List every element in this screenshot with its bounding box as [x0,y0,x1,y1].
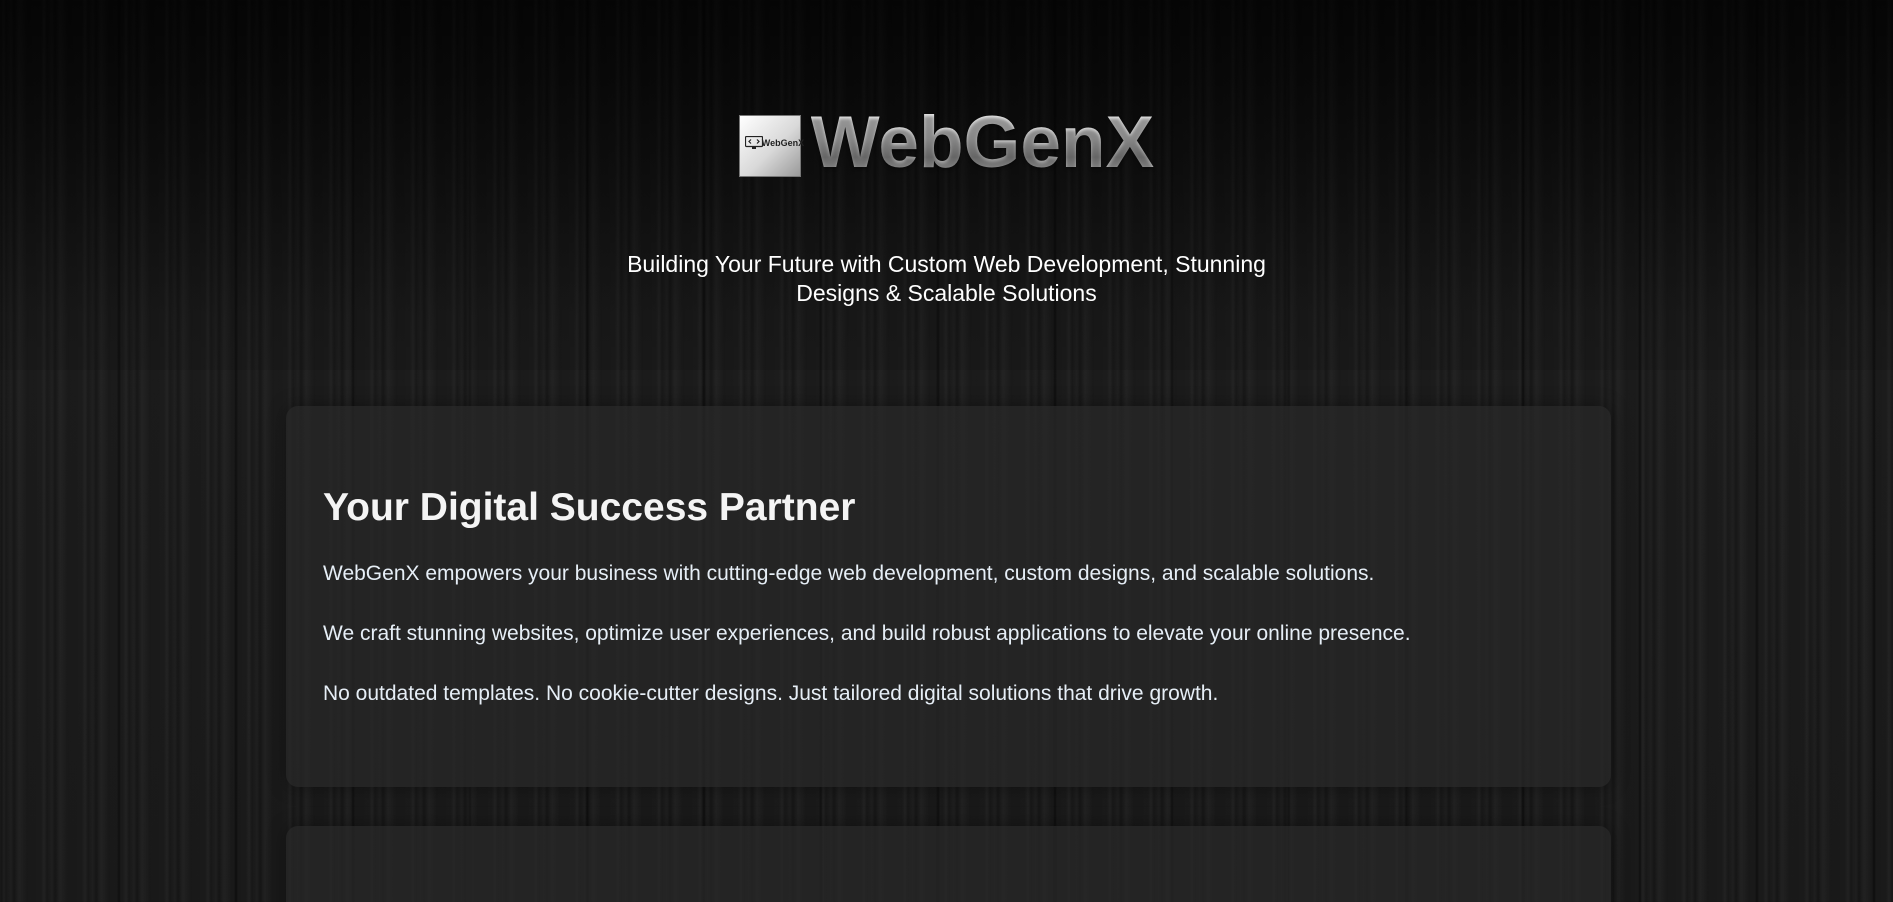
brand-name[interactable]: WebGenX [811,106,1154,179]
brand-logo[interactable]: WebGenX [738,114,805,177]
site-header: WebGenX WebGenX Building Your Future wit… [0,0,1893,370]
tagline: Building Your Future with Custom Web Dev… [0,250,1893,308]
next-section [286,826,1611,902]
logo-text: WebGenX [761,137,805,148]
section-paragraph: No outdated templates. No cookie-cutter … [323,682,1219,705]
digital-success-section: Your Digital Success Partner WebGenX emp… [286,406,1611,787]
tagline-line-2: Designs & Scalable Solutions [796,280,1097,306]
monitor-code-icon [744,135,763,149]
section-paragraph: WebGenX empowers your business with cutt… [323,562,1375,585]
tagline-line-1: Building Your Future with Custom Web Dev… [627,251,1266,277]
brand[interactable]: WebGenX WebGenX [0,106,1893,179]
section-title: Your Digital Success Partner [323,486,856,529]
section-paragraph: We craft stunning websites, optimize use… [323,622,1411,645]
